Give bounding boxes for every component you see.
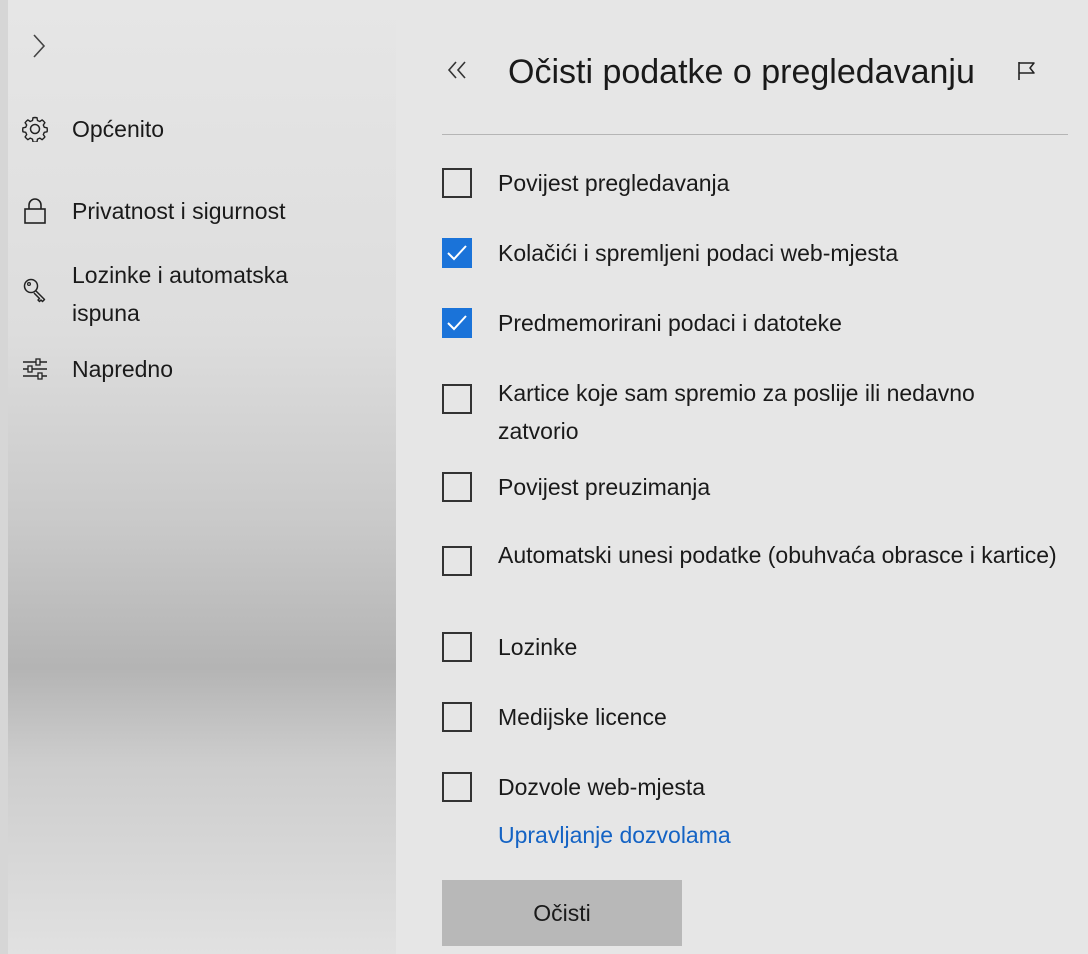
sidebar-item-label: Općenito — [72, 116, 165, 142]
sidebar-item-privacy[interactable]: Privatnost i sigurnost — [20, 192, 352, 230]
option-label: Povijest pregledavanja — [498, 170, 730, 196]
manage-permissions-link[interactable]: Upravljanje dozvolama — [498, 816, 731, 854]
option-label: Kartice koje sam spremio za poslije ili … — [498, 380, 975, 444]
checkmark-icon — [447, 315, 467, 331]
option-browsing-history[interactable]: Povijest pregledavanja — [442, 164, 1088, 202]
sidebar-item-advanced[interactable]: Napredno — [20, 350, 352, 388]
option-cookies[interactable]: Kolačići i spremljeni podaci web-mjesta — [442, 234, 1088, 272]
clear-button[interactable]: Očisti — [442, 880, 682, 946]
chevron-right-icon — [33, 34, 46, 58]
option-media-licenses[interactable]: Medijske licence — [442, 698, 1088, 736]
clear-browsing-data-panel: Očisti podatke o pregledavanju Povijest … — [396, 0, 1088, 954]
checkbox[interactable] — [442, 546, 472, 576]
option-label: Medijske licence — [498, 704, 667, 730]
option-download-history[interactable]: Povijest preuzimanja — [442, 468, 1088, 506]
option-cached-data[interactable]: Predmemorirani podaci i datoteke — [442, 304, 1088, 342]
option-label: Lozinke — [498, 634, 578, 660]
collapse-panel-button[interactable] — [446, 55, 468, 89]
checkbox[interactable] — [442, 702, 472, 732]
key-icon — [20, 272, 50, 310]
option-label: Kolačići i spremljeni podaci web-mjesta — [498, 240, 899, 266]
pin-icon — [1018, 62, 1035, 80]
option-label: Povijest preuzimanja — [498, 474, 711, 500]
checkbox[interactable] — [442, 772, 472, 802]
expand-sidebar-button[interactable] — [28, 26, 50, 66]
option-label: Predmemorirani podaci i datoteke — [498, 310, 842, 336]
page-title: Očisti podatke o pregledavanju — [508, 53, 975, 91]
checkbox[interactable] — [442, 168, 472, 198]
sidebar-item-label: Lozinke i automatska ispuna — [72, 262, 289, 326]
option-site-permissions[interactable]: Dozvole web-mjesta — [442, 768, 1088, 806]
gear-icon — [20, 110, 50, 148]
sidebar: Općenito Privatnost i sigurnost Lozinke … — [0, 0, 396, 954]
sidebar-item-general[interactable]: Općenito — [20, 110, 352, 148]
option-passwords[interactable]: Lozinke — [442, 628, 1088, 666]
checkmark-icon — [447, 245, 467, 261]
sidebar-item-passwords[interactable]: Lozinke i automatska ispuna — [20, 256, 352, 332]
sidebar-item-label: Privatnost i sigurnost — [72, 198, 286, 224]
option-label: Dozvole web-mjesta — [498, 774, 706, 800]
option-saved-tabs[interactable]: Kartice koje sam spremio za poslije ili … — [442, 374, 978, 450]
checkbox[interactable] — [442, 632, 472, 662]
option-autofill-data[interactable]: Automatski unesi podatke (obuhvaća obras… — [442, 536, 1078, 576]
lock-icon — [20, 192, 50, 230]
pin-button[interactable] — [1016, 60, 1038, 87]
checkbox[interactable] — [442, 384, 472, 414]
option-label: Automatski unesi podatke (obuhvaća obras… — [498, 542, 1057, 568]
divider — [442, 134, 1068, 135]
sidebar-item-label: Napredno — [72, 356, 174, 382]
double-chevron-left-icon — [447, 61, 466, 79]
checkbox[interactable] — [442, 238, 472, 268]
sliders-icon — [20, 350, 50, 388]
checkbox[interactable] — [442, 472, 472, 502]
checkbox[interactable] — [442, 308, 472, 338]
